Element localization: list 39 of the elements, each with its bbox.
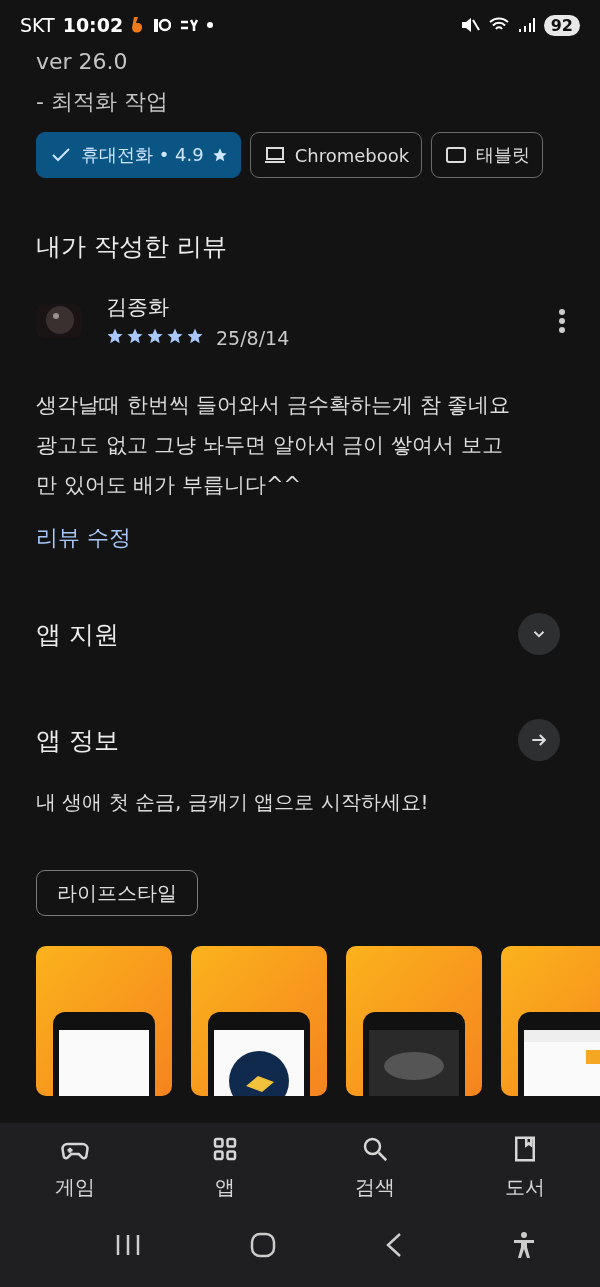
star-icon xyxy=(166,327,184,345)
nav-tab[interactable]: 도서 xyxy=(475,1133,575,1202)
mute-icon xyxy=(459,16,480,34)
battery-level: 92 xyxy=(543,14,580,36)
notification-icon xyxy=(179,18,200,32)
release-note: ver 26.0 xyxy=(36,48,129,76)
avatar xyxy=(36,304,82,338)
arrow-button[interactable] xyxy=(518,719,560,761)
release-note: - 최적화 작업 xyxy=(36,88,169,116)
nav-tab[interactable]: 게임 xyxy=(25,1133,125,1202)
signal-icon xyxy=(517,16,536,34)
star-icon xyxy=(211,147,228,163)
accessibility-button[interactable] xyxy=(511,1230,536,1259)
carrier-name: SKT xyxy=(20,14,55,36)
recents-button[interactable] xyxy=(114,1232,141,1257)
review-text: 생각날때 한번씩 들어와서 금수확하는게 참 좋네요 광고도 없고 그냥 놔두면 알아서 금이 쌓여서 보고만 있어도 배가 부릅니다^^ xyxy=(36,392,512,499)
device-filter-chip[interactable]: 태블릿 xyxy=(431,132,544,178)
notification-icon xyxy=(153,17,172,33)
edit-review-link[interactable]: 리뷰 수정 xyxy=(36,523,131,553)
review-date: 25/8/14 xyxy=(216,327,290,349)
dot-icon xyxy=(207,22,214,28)
star-icon xyxy=(126,327,144,345)
device-filter-chip[interactable]: 휴대전화 • 4.9 xyxy=(36,132,241,178)
section-heading: 내가 작성한 리뷰 xyxy=(36,231,228,263)
star-icon xyxy=(146,327,164,345)
home-button[interactable] xyxy=(249,1231,276,1258)
star-icon xyxy=(106,327,124,345)
device-filter-chip[interactable]: Chromebook xyxy=(249,132,423,178)
section-title: 앱 정보 xyxy=(36,724,119,757)
back-button[interactable] xyxy=(384,1231,403,1258)
reviewer-name: 김종화 xyxy=(106,294,170,321)
nav-tab[interactable]: 앱 xyxy=(175,1133,275,1202)
star-icon xyxy=(186,327,204,345)
status-time: 10:02 xyxy=(62,14,124,36)
app-description: 내 생애 첫 순금, 금캐기 앱으로 시작하세요! xyxy=(36,789,430,816)
more-options-button[interactable] xyxy=(558,308,566,334)
category-chip[interactable]: 라이프스타일 xyxy=(36,870,198,916)
nav-tab[interactable]: 검색 xyxy=(325,1133,425,1202)
section-title: 앱 지원 xyxy=(36,618,119,651)
